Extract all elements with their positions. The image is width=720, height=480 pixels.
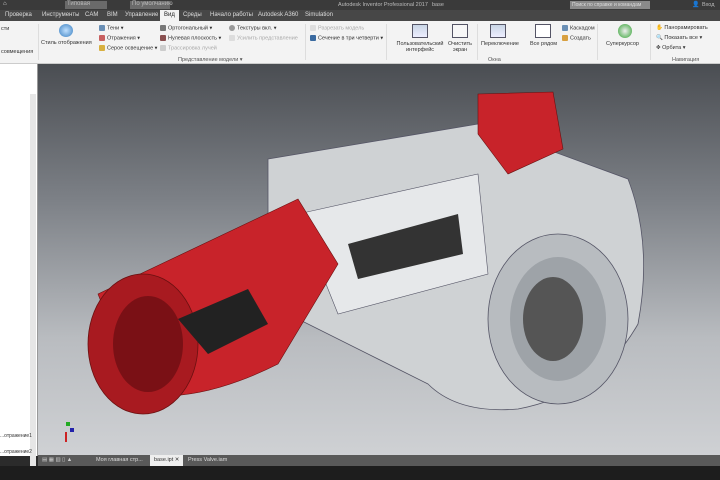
browser-item[interactable]: ...отражение1: [0, 433, 32, 439]
appearance-dropdown[interactable]: Типовая: [65, 1, 107, 9]
quarter-section-button[interactable]: Сечение в три четверти ▾: [310, 35, 383, 41]
user-interface-icon: [412, 24, 428, 38]
ground-plane-icon: [160, 35, 166, 41]
material-dropdown[interactable]: По умолчанию: [130, 1, 173, 9]
cascade-button[interactable]: Каскадом: [562, 25, 595, 31]
ray-tracing-icon: [160, 45, 166, 51]
triad-x-axis: [66, 422, 70, 426]
textures-icon: [229, 25, 235, 31]
ground-plane-button[interactable]: Нулевая плоскость ▾: [160, 35, 221, 41]
zoom-icon: 🔍: [656, 35, 663, 41]
shadows-button[interactable]: Тени ▾: [99, 25, 124, 31]
orbit-icon: ✥: [656, 45, 661, 51]
ray-tracing-button[interactable]: Трассировка лучей: [160, 45, 217, 51]
cascade-icon: [562, 25, 568, 31]
tab-manage[interactable]: Управление: [125, 12, 158, 18]
group-label-appearance[interactable]: Представление модели ▾: [178, 57, 243, 63]
help-search-input[interactable]: Поиск по справке и командам: [570, 1, 650, 9]
reflections-icon: [99, 35, 105, 41]
ribbon-tabs: Проверка Инструменты CAM BIM Управление …: [0, 10, 720, 21]
ribbon-panel: сти совмещения Стиль отображения Тени ▾ …: [0, 21, 720, 64]
browser-item[interactable]: ...отражение2: [0, 449, 32, 455]
tab-tools[interactable]: Инструменты: [42, 12, 79, 18]
tab-view[interactable]: Вид: [160, 10, 179, 21]
document-tabs: ▤ ▦ ▥ ▯ ▲ Моя главная стр... base.ipt ✕ …: [38, 455, 720, 466]
valve-model: [65, 91, 645, 442]
switch-window-button[interactable]: Переключение: [481, 41, 519, 47]
steering-wheel-icon: [618, 24, 632, 38]
zoom-all-button[interactable]: 🔍 Показать все ▾: [656, 35, 702, 41]
lighting-dropdown[interactable]: Серое освещение ▾: [99, 45, 157, 51]
doc-tab-base[interactable]: base.ipt ✕: [150, 455, 184, 466]
orbit-button[interactable]: ✥ Орбита ▾: [656, 45, 686, 51]
group-label-windows: Окна: [488, 57, 501, 63]
quarter-section-icon: [310, 35, 316, 41]
doc-tab-home[interactable]: Моя главная стр...: [96, 457, 143, 463]
pan-button[interactable]: ✋ Панорамировать: [656, 25, 708, 31]
tab-bim[interactable]: BIM: [107, 12, 118, 18]
shadows-icon: [99, 25, 105, 31]
home-icon[interactable]: ⌂: [3, 1, 7, 7]
visual-style-icon: [59, 24, 73, 37]
pan-icon: ✋: [656, 25, 663, 31]
document-title: base: [432, 2, 444, 8]
visual-style-button[interactable]: Стиль отображения: [41, 40, 92, 46]
reflections-button[interactable]: Отражения ▾: [99, 35, 140, 41]
sign-in-link[interactable]: Вход: [702, 2, 714, 8]
browser-scrollbar[interactable]: [30, 94, 36, 474]
model-browser: ...отражение1 ...отражение2: [0, 64, 38, 474]
orthographic-button[interactable]: Ортогональный ▾: [160, 25, 212, 31]
graphics-viewport[interactable]: [38, 64, 720, 456]
steering-wheel-button[interactable]: Суперкурсор: [606, 41, 639, 47]
enhance-realism-button[interactable]: Усилить представление: [229, 35, 298, 41]
user-icon[interactable]: 👤: [692, 1, 699, 8]
new-window-icon: [562, 35, 568, 41]
bore-inner: [523, 277, 583, 361]
tile-button[interactable]: Все рядом: [530, 41, 557, 47]
group-label-navigate: Навигация: [672, 57, 700, 63]
tab-inspect[interactable]: Проверка: [5, 12, 32, 18]
tab-a360[interactable]: Autodesk A360: [258, 12, 298, 18]
clean-screen-button[interactable]: Очистить экран: [446, 41, 474, 53]
lighting-icon: [99, 45, 105, 51]
new-window-button[interactable]: Создать: [562, 35, 591, 41]
tab-simulation[interactable]: Simulation: [305, 12, 333, 18]
tab-environments[interactable]: Среды: [183, 12, 202, 18]
clean-screen-icon: [452, 24, 468, 38]
tile-icon: [535, 24, 551, 38]
enhance-icon: [229, 35, 235, 41]
section-icon: [310, 25, 316, 31]
switch-window-icon: [490, 24, 506, 38]
nut-bore: [113, 296, 183, 392]
tab-cam[interactable]: CAM: [85, 12, 98, 18]
doc-tab-press-valve[interactable]: Press Valve.iam: [188, 457, 227, 463]
tile-horizontal-icon[interactable]: ▤ ▦ ▥ ▯ ▲: [42, 457, 72, 463]
cut-off-label: совмещения: [1, 49, 34, 55]
user-interface-button[interactable]: Пользовательский интерфейс: [395, 41, 445, 53]
orthographic-icon: [160, 25, 166, 31]
half-section-button[interactable]: Разрезать модель: [310, 25, 364, 31]
triad-z-axis: [70, 428, 74, 432]
cut-off-label: сти: [1, 26, 10, 32]
app-title: Autodesk Inventor Professional 2017: [338, 2, 428, 8]
textures-button[interactable]: Текстуры вкл. ▾: [229, 25, 277, 31]
tab-get-started[interactable]: Начало работы: [210, 12, 253, 18]
title-bar: ⌂ Типовая По умолчанию Autodesk Inventor…: [0, 0, 720, 10]
close-icon[interactable]: ✕: [175, 457, 180, 463]
status-bar: [0, 466, 720, 480]
